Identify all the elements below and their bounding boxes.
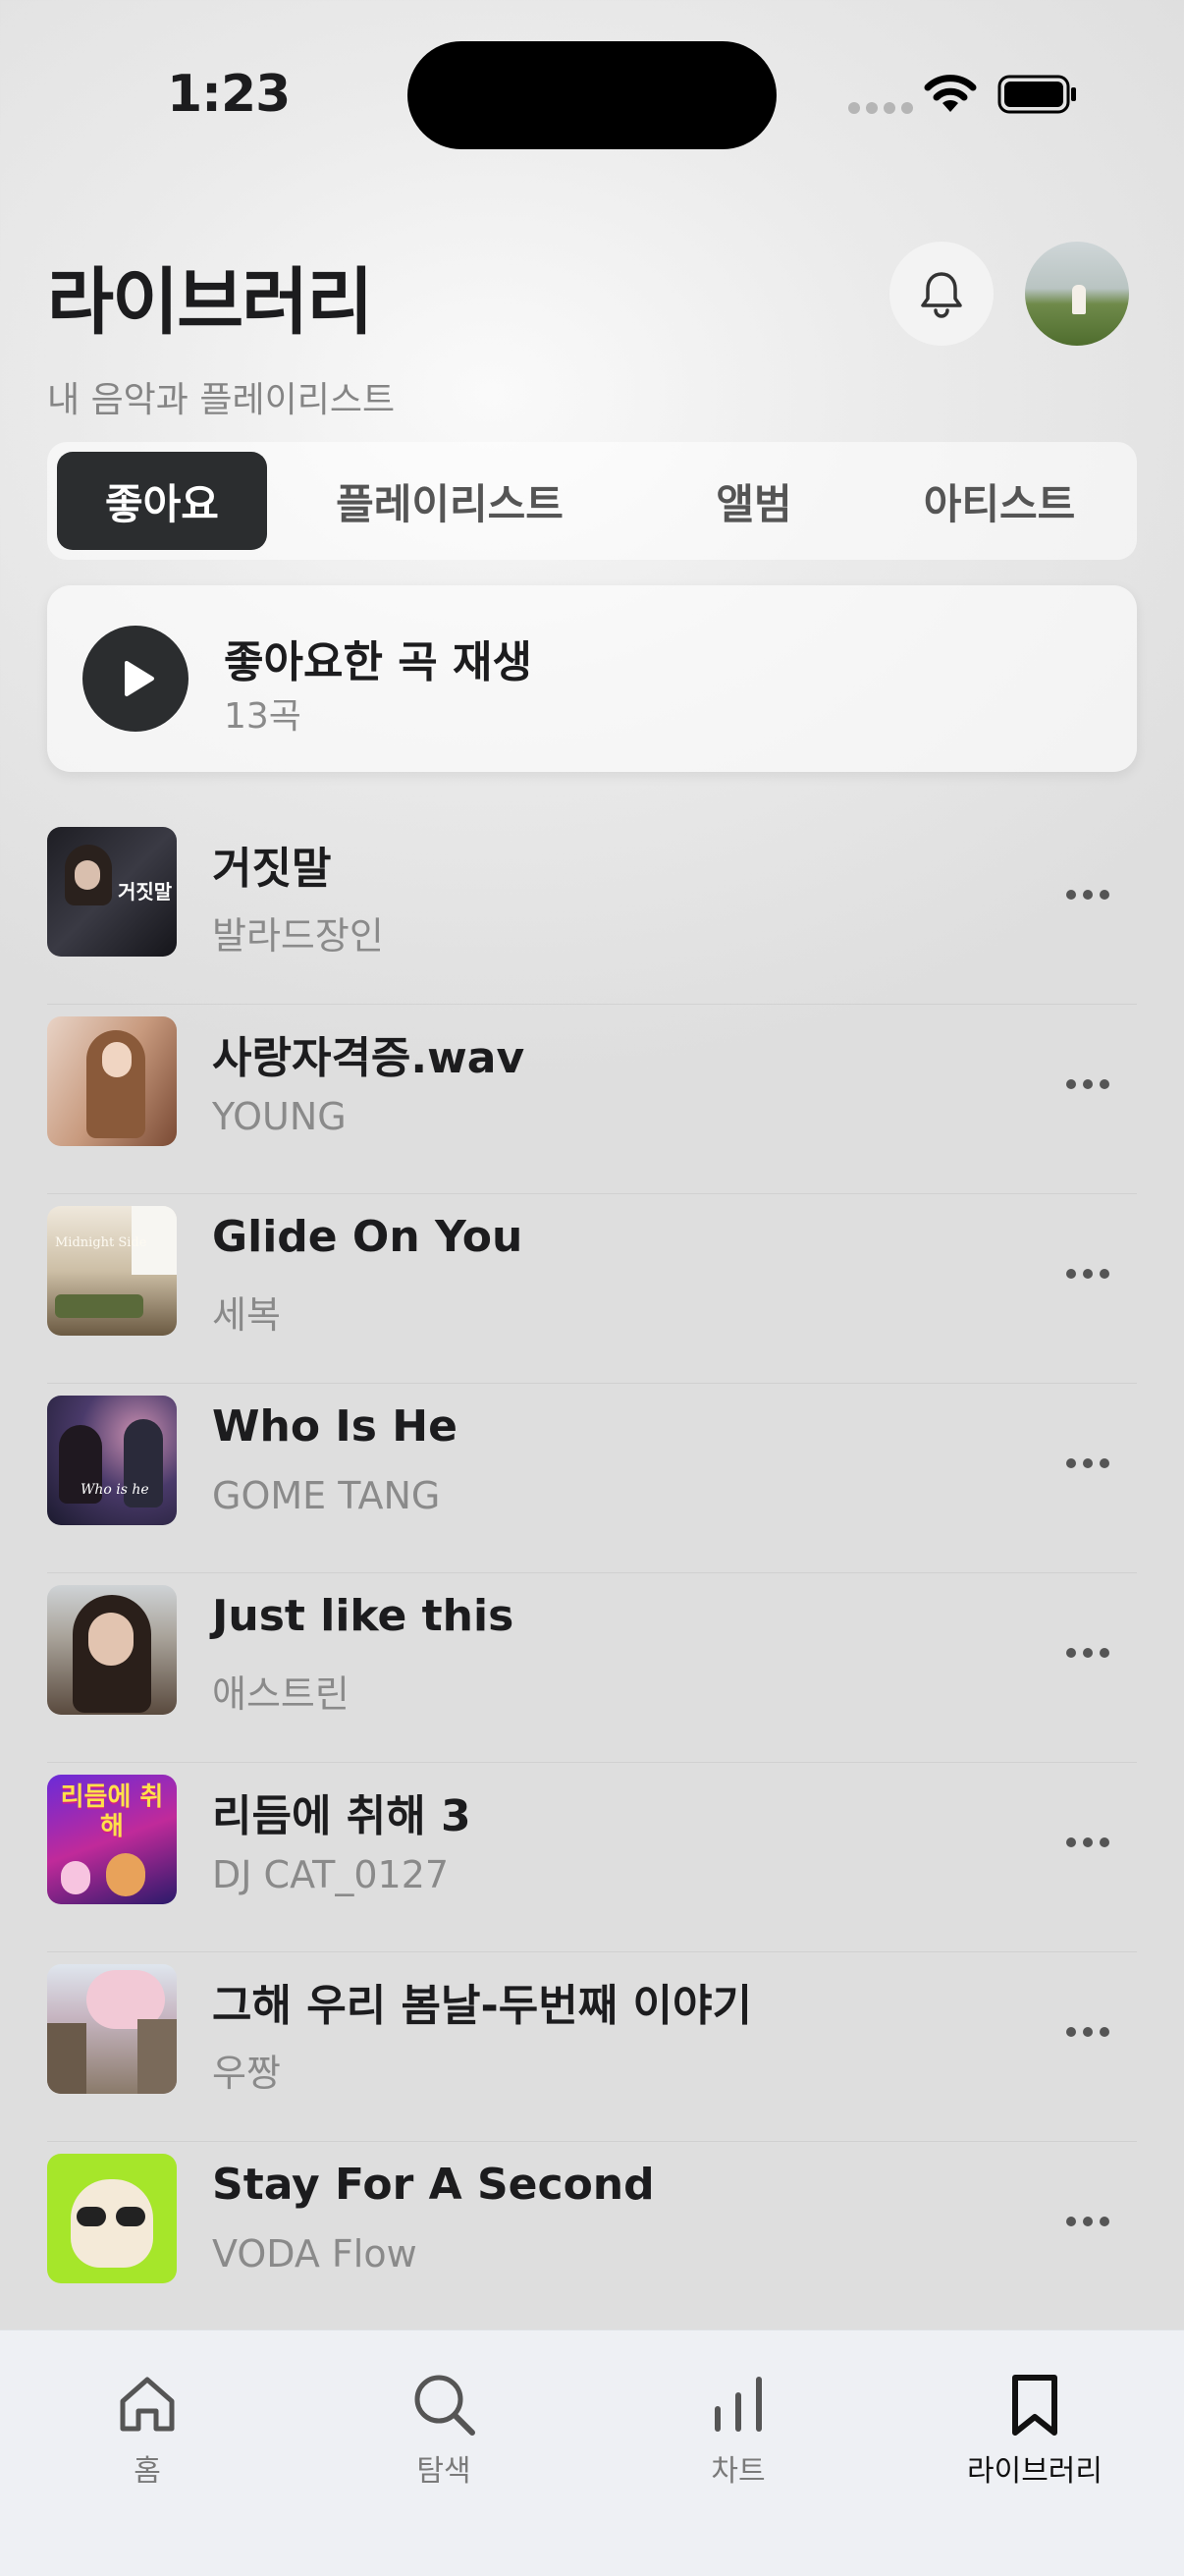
album-art	[47, 2154, 177, 2283]
dynamic-island	[407, 41, 777, 149]
song-title: 거짓말	[212, 844, 332, 894]
song-row[interactable]: Who is he Who Is He GOME TANG	[47, 1384, 1137, 1573]
library-tabs: 좋아요 플레이리스트 앨범 아티스트	[47, 442, 1137, 560]
song-title: 사랑자격증.wav	[212, 1033, 525, 1083]
more-options-button[interactable]	[1049, 1060, 1127, 1109]
song-title: 그해 우리 봄날-두번째 이야기	[212, 1981, 752, 2031]
nav-home[interactable]: 홈	[49, 2370, 245, 2490]
song-artist: 애스트린	[212, 1672, 350, 1716]
wifi-icon	[924, 75, 977, 112]
nav-label: 홈	[134, 2454, 161, 2489]
song-artist: 우짱	[212, 2052, 281, 2095]
more-options-button[interactable]	[1049, 1439, 1127, 1488]
bottom-tab-bar: 홈 탐색 차트 라이브러리	[0, 2329, 1184, 2576]
tab-albums[interactable]: 앨범	[656, 452, 852, 550]
nav-label: 라이브러리	[967, 2454, 1103, 2489]
song-title: Who Is He	[212, 1401, 457, 1452]
song-row[interactable]: Just like this 애스트린	[47, 1573, 1137, 1763]
song-artist: 발라드장인	[212, 914, 384, 958]
tab-playlists[interactable]: 플레이리스트	[302, 452, 597, 550]
song-row[interactable]: Midnight Side Glide On You 세복	[47, 1194, 1137, 1384]
album-art: 거짓말	[47, 827, 177, 957]
song-row[interactable]: 사랑자격증.wav YOUNG	[47, 1005, 1137, 1194]
tab-artists[interactable]: 아티스트	[882, 452, 1117, 550]
more-options-button[interactable]	[1049, 2197, 1127, 2246]
bell-icon	[921, 272, 962, 318]
page-subtitle: 내 음악과 플레이리스트	[47, 380, 396, 420]
battery-icon	[997, 75, 1076, 114]
song-artist: YOUNG	[212, 1095, 347, 1138]
song-title: 리듬에 취해 3	[212, 1791, 471, 1841]
album-art-title: Who is he	[81, 1482, 149, 1498]
album-art	[47, 1964, 177, 2094]
more-options-button[interactable]	[1049, 1628, 1127, 1677]
tab-likes[interactable]: 좋아요	[57, 452, 267, 550]
song-title: Just like this	[212, 1591, 514, 1641]
nav-library[interactable]: 라이브러리	[937, 2370, 1133, 2490]
play-liked-songs-card[interactable]: 좋아요한 곡 재생 13곡	[47, 585, 1137, 772]
song-row[interactable]: Stay For A Second VODA Flow	[47, 2142, 1137, 2330]
album-art-title: Midnight Side	[55, 1235, 147, 1250]
song-row[interactable]: 리듬에 취해 리듬에 취해 3 DJ CAT_0127	[47, 1763, 1137, 1952]
more-options-button[interactable]	[1049, 1818, 1127, 1867]
album-art: Midnight Side	[47, 1206, 177, 1336]
bookmark-icon	[1012, 2375, 1057, 2436]
play-card-title: 좋아요한 곡 재생	[224, 637, 532, 687]
nav-label: 차트	[711, 2454, 766, 2489]
song-artist: DJ CAT_0127	[212, 1853, 450, 1896]
cellular-signal-icon	[848, 102, 913, 114]
song-title: Stay For A Second	[212, 2160, 655, 2210]
album-art-title: 거짓말	[118, 880, 173, 904]
search-icon	[414, 2375, 475, 2436]
notifications-button[interactable]	[889, 242, 994, 346]
song-title: Glide On You	[212, 1212, 523, 1262]
play-button[interactable]	[82, 626, 188, 732]
song-row[interactable]: 거짓말 거짓말 발라드장인	[47, 815, 1137, 1005]
more-options-button[interactable]	[1049, 1249, 1127, 1298]
album-art: Who is he	[47, 1396, 177, 1525]
page-title: 라이브러리	[47, 260, 373, 345]
avatar[interactable]	[1025, 242, 1129, 346]
album-art	[47, 1016, 177, 1146]
album-art: 리듬에 취해	[47, 1775, 177, 1904]
album-art	[47, 1585, 177, 1715]
song-list: 거짓말 거짓말 발라드장인 사랑자격증.wav YOUNG Midnight S…	[47, 815, 1137, 2330]
song-artist: VODA Flow	[212, 2232, 417, 2275]
song-row[interactable]: 그해 우리 봄날-두번째 이야기 우짱	[47, 1952, 1137, 2142]
nav-chart[interactable]: 차트	[640, 2370, 836, 2490]
nav-label: 탐색	[416, 2454, 471, 2489]
song-artist: GOME TANG	[212, 1474, 441, 1517]
chart-icon	[715, 2377, 762, 2432]
nav-search[interactable]: 탐색	[346, 2370, 542, 2490]
more-options-button[interactable]	[1049, 870, 1127, 919]
more-options-button[interactable]	[1049, 2007, 1127, 2056]
status-time: 1:23	[167, 65, 291, 124]
play-icon	[125, 661, 154, 696]
status-bar: 1:23	[0, 0, 1184, 187]
song-artist: 세복	[212, 1293, 281, 1337]
album-art-title: 리듬에 취해	[60, 1782, 164, 1841]
play-card-count: 13곡	[224, 696, 301, 737]
home-icon	[120, 2377, 175, 2432]
